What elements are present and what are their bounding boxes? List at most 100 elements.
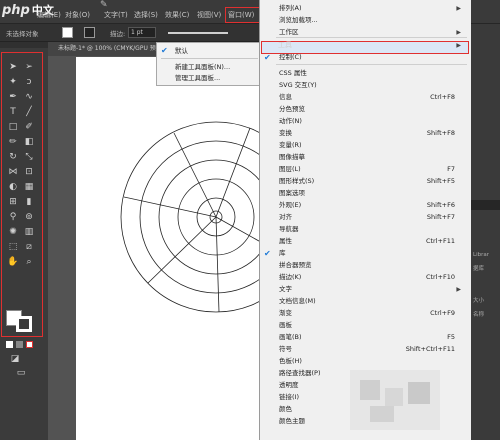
menu-item-shortcut: F7 (447, 165, 455, 173)
window-menu-item[interactable]: 文档信息(M) (279, 296, 463, 307)
menu-item-shortcut: Ctrl+F8 (430, 93, 455, 101)
library-label: Librar (473, 252, 489, 258)
window-menu-item[interactable]: CSS 属性 (279, 68, 463, 79)
window-menu-item[interactable]: 对齐 Shift+F7 (279, 212, 463, 223)
tools-submenu: ✔ 默认 新建工具面板(N)... 管理工具面板... (156, 42, 263, 86)
stroke-weight-field[interactable]: 1 pt (128, 27, 156, 38)
panel-divider (471, 200, 500, 210)
menu-item-label: SVG 交互(Y) (279, 81, 317, 89)
menu-item-label: 颜色主题 (279, 417, 305, 425)
window-menu-item[interactable]: 图层(L) F7 (279, 164, 463, 175)
menu-item-label: 动作(N) (279, 117, 302, 125)
draw-mode-icon[interactable]: ◪ (8, 352, 22, 366)
menu-item-label: 图像描摹 (279, 153, 305, 161)
menu-item-label: 控制(C) (279, 53, 302, 61)
menu-item-label: 颜色 (279, 405, 292, 413)
menu-item-label: 分色预览 (279, 105, 305, 113)
new-tools-panel[interactable]: 新建工具面板(N)... (175, 62, 230, 72)
fill-swatch[interactable] (62, 27, 73, 38)
menu-separator (276, 64, 467, 65)
stroke-profile-line[interactable] (168, 32, 228, 34)
window-menu-item[interactable]: 画笔(B) F5 (279, 332, 463, 343)
menu-view[interactable]: 视图(V) (197, 9, 221, 21)
menu-item-shortcut: Ctrl+F10 (425, 273, 455, 281)
tools-panel-highlight (1, 52, 43, 337)
menu-item-label: 画笔(B) (279, 333, 302, 341)
menu-select[interactable]: 选择(S) (134, 9, 158, 21)
window-menu-item[interactable]: 变量(R) (279, 140, 463, 151)
menu-item-shortcut: Ctrl+F11 (425, 237, 455, 245)
window-menu-item[interactable]: 画板 (279, 320, 463, 331)
menu-item-label: 路径查找器(P) (279, 369, 321, 377)
window-menu-item[interactable]: 符号 Shift+Ctrl+F11 (279, 344, 463, 355)
selection-status: 未选择对象 (6, 30, 39, 38)
checkmark-icon: ✔ (264, 53, 271, 62)
workspace-default[interactable]: 默认 (175, 46, 188, 56)
window-menu-item[interactable]: 排列(A) ▶ (279, 3, 463, 14)
window-menu-item[interactable]: 图形样式(S) Shift+F5 (279, 176, 463, 187)
menu-window-highlight (225, 7, 261, 23)
menu-edit[interactable]: 编辑(E) (37, 9, 61, 21)
gradient-mode-button[interactable] (16, 341, 23, 348)
checkmark-icon: ✔ (161, 46, 168, 55)
submenu-arrow-icon: ▶ (456, 5, 461, 12)
menu-item-shortcut: Shift+F5 (426, 177, 455, 185)
menu-item-label: 属性 (279, 237, 292, 245)
menu-effect[interactable]: 效果(C) (165, 9, 189, 21)
menu-item-label: 排列(A) (279, 4, 302, 12)
menu-item-label: 渐变 (279, 309, 292, 317)
window-menu-item[interactable]: 描边(K) Ctrl+F10 (279, 272, 463, 283)
window-menu-item[interactable]: 库 (279, 248, 463, 259)
menu-item-label: 信息 (279, 93, 292, 101)
menu-item-label: 符号 (279, 345, 292, 353)
menu-item-label: 透明度 (279, 381, 299, 389)
window-menu-item[interactable]: 拼合器预览 (279, 260, 463, 271)
submenu-arrow-icon: ▶ (456, 29, 461, 36)
menu-item-label: 变量(R) (279, 141, 302, 149)
window-menu-item[interactable]: 动作(N) (279, 116, 463, 127)
menu-item-label: 链接(I) (279, 393, 299, 401)
menu-item-shortcut: F5 (447, 333, 455, 341)
menu-item-label: 变换 (279, 129, 292, 137)
menu-item-label: 工具 (278, 41, 292, 49)
color-mode-button[interactable] (6, 341, 13, 348)
menu-item-label: 导航器 (279, 225, 299, 233)
submenu-arrow-icon: ▶ (456, 286, 461, 293)
menu-item-label: 对齐 (279, 213, 292, 221)
none-mode-button[interactable] (26, 341, 33, 348)
window-menu-item[interactable]: 图像描摹 (279, 152, 463, 163)
menu-item-label: 文字 (279, 285, 292, 293)
window-menu-item[interactable]: 图案选项 (279, 188, 463, 199)
menu-item-shortcut: Shift+F6 (426, 201, 455, 209)
window-menu-item[interactable]: 渐变 Ctrl+F9 (279, 308, 463, 319)
name-label: 名称 (473, 312, 485, 318)
size-label: 大小 (473, 298, 485, 304)
menu-item-shortcut: Ctrl+F9 (430, 309, 455, 317)
window-menu-item[interactable]: SVG 交互(Y) (279, 80, 463, 91)
window-menu-item[interactable]: 文字 ▶ (279, 284, 463, 295)
manage-tools-panel[interactable]: 管理工具面板... (175, 73, 220, 83)
screen-mode-icon[interactable]: ▭ (14, 366, 28, 380)
menu-item-shortcut: Shift+Ctrl+F11 (405, 345, 455, 353)
menu-type[interactable]: 文字(T) (104, 9, 128, 21)
window-menu-item[interactable]: 信息 Ctrl+F8 (279, 92, 463, 103)
window-menu-item[interactable]: 属性 Ctrl+F11 (279, 236, 463, 247)
window-menu-item[interactable]: 变换 Shift+F8 (279, 128, 463, 139)
menu-item-label: 库 (279, 249, 286, 257)
window-menu-item[interactable]: 导航器 (279, 224, 463, 235)
window-menu-item[interactable]: 外观(E) Shift+F6 (279, 200, 463, 211)
menu-item-shortcut: Shift+F7 (426, 213, 455, 221)
menu-item-label: 图形样式(S) (279, 177, 315, 185)
window-menu-item[interactable]: 工具 ▶ (278, 40, 463, 51)
menu-object[interactable]: 对象(O) (65, 9, 90, 21)
document-tab[interactable]: 未标题-1* @ 100% (CMYK/GPU 预览) (48, 42, 158, 56)
menu-item-label: 色板(H) (279, 357, 302, 365)
menu-item-label: 外观(E) (279, 201, 302, 209)
menu-item-label: 图案选项 (279, 189, 305, 197)
database-label: 据库 (473, 266, 485, 272)
stroke-swatch[interactable] (84, 27, 95, 38)
window-menu-item[interactable]: 工作区 ▶ (279, 27, 463, 38)
stroke-label: 描边: (110, 30, 126, 38)
window-menu-item[interactable]: 分色预览 (279, 104, 463, 115)
window-menu-item[interactable]: 浏览加载项... (279, 15, 463, 26)
